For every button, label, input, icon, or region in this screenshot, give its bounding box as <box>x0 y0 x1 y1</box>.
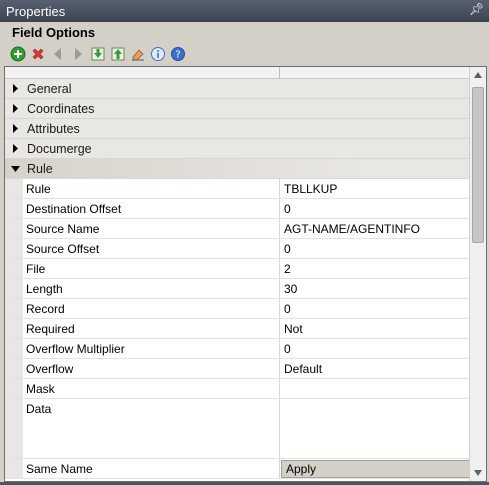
category-label: Attributes <box>27 121 80 136</box>
collapse-icon[interactable] <box>5 164 25 173</box>
panel-title: Field Options <box>12 24 96 40</box>
property-value[interactable]: Not <box>280 319 470 338</box>
window-titlebar: Properties 📌︎ <box>0 0 489 22</box>
back-icon <box>54 48 61 60</box>
property-row[interactable]: Source Name AGT-NAME/AGENTINFO <box>5 219 470 239</box>
property-name: Rule <box>23 179 280 198</box>
property-name: Mask <box>23 379 280 398</box>
scrollbar-thumb[interactable] <box>472 87 484 243</box>
property-row[interactable]: Destination Offset 0 <box>5 199 470 219</box>
property-row[interactable]: Overflow Default <box>5 359 470 379</box>
category-general[interactable]: General <box>5 79 470 99</box>
scroll-up-icon[interactable] <box>470 67 486 83</box>
delete-icon <box>32 48 44 60</box>
property-value[interactable]: AGT-NAME/AGENTINFO <box>280 219 470 238</box>
forward-icon <box>75 48 82 60</box>
property-value[interactable] <box>280 399 470 458</box>
back-button[interactable] <box>50 46 66 62</box>
property-name: Required <box>23 319 280 338</box>
category-label: Rule <box>27 161 53 176</box>
property-value[interactable]: 30 <box>280 279 470 298</box>
property-row[interactable]: Same Name Apply <box>5 459 470 479</box>
apply-button[interactable]: Apply <box>281 460 470 478</box>
property-name: Source Name <box>23 219 280 238</box>
category-label: General <box>27 81 72 96</box>
property-row[interactable]: Length 30 <box>5 279 470 299</box>
expand-icon[interactable] <box>5 144 25 153</box>
property-value[interactable]: Default <box>280 359 470 378</box>
property-grid: General Coordinates Attributes Documerge… <box>4 66 487 482</box>
property-name: Record <box>23 299 280 318</box>
property-value[interactable]: TBLLKUP <box>280 179 470 198</box>
property-name: Data <box>23 399 280 458</box>
help-icon: ? <box>171 47 185 61</box>
category-coordinates[interactable]: Coordinates <box>5 99 470 119</box>
category-rule[interactable]: Rule <box>5 159 470 179</box>
expand-icon[interactable] <box>5 104 25 113</box>
property-value[interactable]: 0 <box>280 339 470 358</box>
expand-icon[interactable] <box>5 124 25 133</box>
category-label: Coordinates <box>27 101 95 116</box>
info-button[interactable] <box>150 46 166 62</box>
category-label: Documerge <box>27 141 92 156</box>
property-row[interactable]: Record 0 <box>5 299 470 319</box>
expand-icon[interactable] <box>5 84 25 93</box>
category-attributes[interactable]: Attributes <box>5 119 470 139</box>
scroll-down-icon[interactable] <box>470 465 486 481</box>
move-down-icon <box>91 47 105 61</box>
property-value[interactable] <box>280 379 470 398</box>
property-name: Length <box>23 279 280 298</box>
property-name: Overflow Multiplier <box>23 339 280 358</box>
window-title: Properties <box>6 3 66 19</box>
svg-text:?: ? <box>175 50 180 61</box>
property-row[interactable]: Overflow Multiplier 0 <box>5 339 470 359</box>
property-row[interactable]: Data <box>5 399 470 459</box>
property-name: File <box>23 259 280 278</box>
add-icon <box>10 46 26 62</box>
property-row[interactable]: Mask <box>5 379 470 399</box>
property-name: Source Offset <box>23 239 280 258</box>
info-icon <box>151 47 165 61</box>
grid-column-header <box>5 67 470 79</box>
property-name: Same Name <box>23 459 280 478</box>
forward-button[interactable] <box>70 46 86 62</box>
category-documerge[interactable]: Documerge <box>5 139 470 159</box>
panel-header: Field Options <box>6 22 485 42</box>
property-name: Overflow <box>23 359 280 378</box>
pin-icon[interactable]: 📌︎ <box>469 2 484 18</box>
move-up-button[interactable] <box>110 46 126 62</box>
grid-rows: General Coordinates Attributes Documerge… <box>5 79 470 481</box>
delete-button[interactable] <box>30 46 46 62</box>
toolbar: ? <box>6 43 485 65</box>
vertical-scrollbar[interactable] <box>469 67 486 481</box>
property-row[interactable]: Required Not <box>5 319 470 339</box>
property-row[interactable]: Source Offset 0 <box>5 239 470 259</box>
property-name: Destination Offset <box>23 199 280 218</box>
property-row[interactable]: File 2 <box>5 259 470 279</box>
property-value[interactable]: 0 <box>280 299 470 318</box>
add-button[interactable] <box>10 46 26 62</box>
move-down-button[interactable] <box>90 46 106 62</box>
property-row[interactable]: Rule TBLLKUP <box>5 179 470 199</box>
move-up-icon <box>111 47 125 61</box>
clear-icon <box>132 49 144 61</box>
help-button[interactable]: ? <box>170 46 186 62</box>
clear-button[interactable] <box>130 46 146 62</box>
property-value[interactable]: 0 <box>280 239 470 258</box>
property-value[interactable]: 0 <box>280 199 470 218</box>
property-value[interactable]: 2 <box>280 259 470 278</box>
column-splitter[interactable] <box>279 67 280 79</box>
